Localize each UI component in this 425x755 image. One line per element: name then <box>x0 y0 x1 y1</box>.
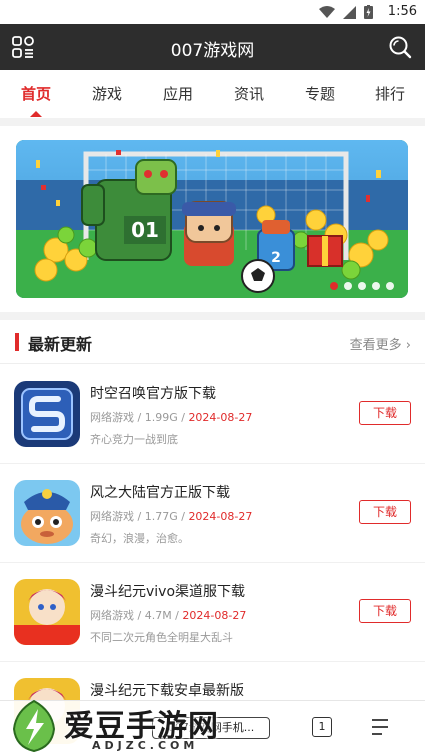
carousel-dot[interactable] <box>358 282 366 290</box>
tab-label: 专题 <box>304 85 335 103</box>
download-button[interactable]: 下载 <box>359 401 411 425</box>
carousel-indicators <box>330 282 394 290</box>
view-more-link[interactable]: 查看更多 › <box>350 334 411 353</box>
banner-image: 01 2 <box>16 140 408 298</box>
item-description: 齐心竞力一战到底 <box>90 433 178 446</box>
item-description: 奇幻，浪漫，治愈。 <box>90 532 189 545</box>
list-item[interactable]: 漫斗纪元vivo渠道服下载 网络游戏 / 4.7M / 2024-08-27 不… <box>0 563 425 662</box>
item-size: 1.77G <box>144 510 178 523</box>
menu-icon[interactable] <box>370 717 390 737</box>
active-tab-indicator <box>30 111 42 117</box>
item-category: 网络游戏 <box>90 510 134 523</box>
list-item[interactable]: 时空召唤官方版下载 网络游戏 / 1.99G / 2024-08-27 齐心竞力… <box>0 365 425 464</box>
section-title: 最新更新 <box>28 335 93 354</box>
item-date: 2024-08-27 <box>182 609 247 622</box>
tab-label: 应用 <box>162 85 193 103</box>
item-meta: 网络游戏 / 1.99G / 2024-08-27 <box>90 411 253 424</box>
section-header: 最新更新 查看更多 › <box>0 320 425 364</box>
carousel-dot[interactable] <box>344 282 352 290</box>
item-meta: 网络游戏 / 1.77G / 2024-08-27 <box>90 510 253 523</box>
status-time: 1:56 <box>387 4 417 19</box>
watermark-subtext: ADJZC.COM <box>92 739 199 752</box>
app-icon <box>14 579 80 645</box>
download-button[interactable]: 下载 <box>359 599 411 623</box>
item-date: 2024-08-27 <box>188 510 253 523</box>
latest-updates-section: 最新更新 查看更多 › 时空召唤官方版下载 网络游戏 / 1.99G / 202… <box>0 320 425 755</box>
svg-text:2: 2 <box>271 250 281 266</box>
tab-label: 排行 <box>374 85 405 103</box>
item-size: 4.7M <box>144 609 172 622</box>
tab-games[interactable]: 游戏 <box>77 83 137 104</box>
tab-label: 资讯 <box>233 85 264 103</box>
tab-news[interactable]: 资讯 <box>219 83 279 104</box>
item-size: 1.99G <box>144 411 178 424</box>
item-description: 不同二次元角色全明星大乱斗 <box>90 631 233 644</box>
game-icon <box>14 579 80 645</box>
view-more-label: 查看更多 <box>349 338 402 353</box>
tab-label: 首页 <box>20 85 51 103</box>
tab-count-button[interactable]: 1 <box>312 717 332 737</box>
item-title: 风之大陆官方正版下载 <box>90 485 230 501</box>
carousel-dot[interactable] <box>372 282 380 290</box>
banner-section: 01 2 <box>0 126 425 312</box>
game-icon <box>14 381 80 447</box>
list-item[interactable]: 风之大陆官方正版下载 网络游戏 / 1.77G / 2024-08-27 奇幻，… <box>0 464 425 563</box>
section-marker <box>15 333 19 351</box>
status-bar: 1:56 <box>0 0 425 24</box>
tab-label: 游戏 <box>91 85 122 103</box>
app-title: 007游戏网 <box>170 41 255 61</box>
banner-carousel[interactable]: 01 2 <box>16 140 408 298</box>
item-category: 网络游戏 <box>90 609 134 622</box>
carousel-dot[interactable] <box>386 282 394 290</box>
signal-icon <box>343 5 356 19</box>
wifi-icon <box>319 5 335 18</box>
app-icon <box>14 381 80 447</box>
carousel-dot[interactable] <box>330 282 338 290</box>
watermark: 爱豆手游网 ADJZC.COM <box>8 695 258 755</box>
tab-apps[interactable]: 应用 <box>148 83 208 104</box>
search-icon[interactable] <box>388 35 412 59</box>
tab-home[interactable]: 首页 <box>6 83 66 117</box>
nav-tabs: 首页 游戏 应用 资讯 专题 排行 <box>0 70 425 118</box>
svg-text:01: 01 <box>131 218 159 242</box>
app-icon <box>14 480 80 546</box>
item-title: 时空召唤官方版下载 <box>90 386 216 402</box>
download-button[interactable]: 下载 <box>359 500 411 524</box>
item-title: 漫斗纪元vivo渠道服下载 <box>90 584 246 600</box>
game-icon <box>14 480 80 546</box>
app-bar: 007游戏网 <box>0 24 425 70</box>
tab-ranking[interactable]: 排行 <box>360 83 420 104</box>
watermark-logo-icon <box>12 699 56 753</box>
status-icons <box>319 5 373 19</box>
item-category: 网络游戏 <box>90 411 134 424</box>
item-meta: 网络游戏 / 4.7M / 2024-08-27 <box>90 609 247 622</box>
item-date: 2024-08-27 <box>188 411 253 424</box>
battery-icon <box>364 5 373 19</box>
chevron-right-icon: › <box>405 338 411 353</box>
tab-topics[interactable]: 专题 <box>290 83 350 104</box>
